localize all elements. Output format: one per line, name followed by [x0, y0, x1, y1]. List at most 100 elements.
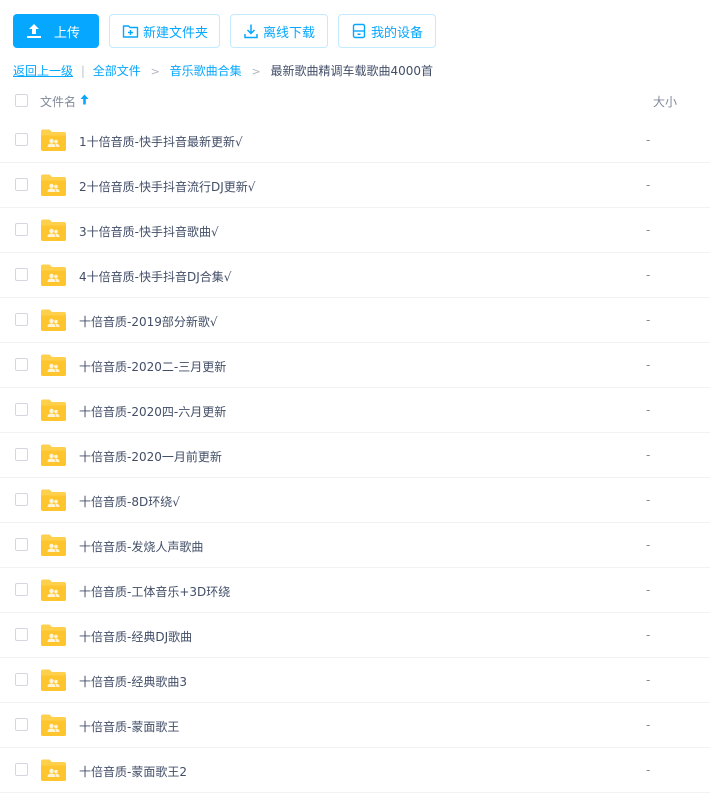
- breadcrumb-music-collection[interactable]: 音乐歌曲合集: [170, 64, 242, 78]
- breadcrumb-current: 最新歌曲精调车载歌曲4000首: [270, 64, 434, 78]
- row-checkbox[interactable]: [15, 583, 28, 596]
- shared-folder-icon[interactable]: [40, 713, 67, 737]
- shared-folder-icon[interactable]: [40, 263, 67, 287]
- shared-folder-icon[interactable]: [40, 578, 67, 602]
- file-size: -: [646, 448, 651, 462]
- shared-folder-icon[interactable]: [40, 488, 67, 512]
- sort-up-arrow-icon[interactable]: [80, 94, 89, 108]
- file-name[interactable]: 十倍音质-经典歌曲3: [79, 673, 187, 690]
- upload-icon: [26, 23, 42, 39]
- select-all-checkbox[interactable]: [15, 94, 28, 107]
- file-name[interactable]: 十倍音质-8D环绕√: [79, 493, 180, 510]
- shared-folder-icon[interactable]: [40, 308, 67, 332]
- file-name[interactable]: 十倍音质-蒙面歌王2: [79, 763, 187, 780]
- file-size: -: [646, 763, 651, 777]
- file-size: -: [646, 268, 651, 282]
- file-row[interactable]: 十倍音质-工体音乐+3D环绕 -: [0, 568, 710, 613]
- my-devices-button[interactable]: 我的设备: [338, 14, 436, 48]
- row-checkbox[interactable]: [15, 178, 28, 191]
- file-name[interactable]: 十倍音质-经典DJ歌曲: [79, 628, 192, 645]
- file-size: -: [646, 358, 651, 372]
- shared-folder-icon[interactable]: [40, 623, 67, 647]
- file-list: 1十倍音质-快手抖音最新更新√ - 2十倍音质-快手抖音流行DJ更新√ - 3十倍音质-…: [0, 118, 710, 793]
- file-size: -: [646, 403, 651, 417]
- file-name[interactable]: 十倍音质-蒙面歌王: [79, 718, 179, 735]
- file-row[interactable]: 1十倍音质-快手抖音最新更新√ -: [0, 118, 710, 163]
- offline-download-button[interactable]: 离线下载: [230, 14, 328, 48]
- file-size: -: [646, 628, 651, 642]
- file-size: -: [646, 718, 651, 732]
- row-checkbox[interactable]: [15, 268, 28, 281]
- file-row[interactable]: 十倍音质-2020一月前更新 -: [0, 433, 710, 478]
- file-size: -: [646, 673, 651, 687]
- row-checkbox[interactable]: [15, 448, 28, 461]
- file-name[interactable]: 十倍音质-2020二-三月更新: [79, 358, 226, 375]
- file-name[interactable]: 十倍音质-2020四-六月更新: [79, 403, 226, 420]
- column-header-size[interactable]: 大小: [653, 93, 677, 110]
- shared-folder-icon[interactable]: [40, 443, 67, 467]
- file-size: -: [646, 493, 651, 507]
- file-row[interactable]: 十倍音质-2020四-六月更新 -: [0, 388, 710, 433]
- breadcrumb-arrow: >: [251, 65, 261, 78]
- file-row[interactable]: 十倍音质-2019部分新歌√ -: [0, 298, 710, 343]
- file-name[interactable]: 十倍音质-工体音乐+3D环绕: [79, 583, 230, 600]
- row-checkbox[interactable]: [15, 493, 28, 506]
- file-name[interactable]: 十倍音质-2019部分新歌√: [79, 313, 218, 330]
- shared-folder-icon[interactable]: [40, 533, 67, 557]
- upload-label: 上传: [54, 25, 81, 41]
- shared-folder-icon[interactable]: [40, 758, 67, 782]
- file-size: -: [646, 313, 651, 327]
- shared-folder-icon[interactable]: [40, 128, 67, 152]
- column-header-name[interactable]: 文件名: [40, 93, 76, 110]
- file-name[interactable]: 3十倍音质-快手抖音歌曲√: [79, 223, 219, 240]
- upload-button[interactable]: 上传: [13, 14, 99, 48]
- file-row[interactable]: 2十倍音质-快手抖音流行DJ更新√ -: [0, 163, 710, 208]
- my-devices-label: 我的设备: [371, 25, 424, 41]
- file-name[interactable]: 4十倍音质-快手抖音DJ合集√: [79, 268, 231, 285]
- file-row[interactable]: 十倍音质-经典DJ歌曲 -: [0, 613, 710, 658]
- row-checkbox[interactable]: [15, 538, 28, 551]
- file-size: -: [646, 133, 651, 147]
- folder-plus-icon: [122, 23, 139, 39]
- row-checkbox[interactable]: [15, 763, 28, 776]
- breadcrumb-all-files[interactable]: 全部文件: [93, 64, 141, 78]
- row-checkbox[interactable]: [15, 403, 28, 416]
- file-size: -: [646, 583, 651, 597]
- shared-folder-icon[interactable]: [40, 668, 67, 692]
- row-checkbox[interactable]: [15, 313, 28, 326]
- shared-folder-icon[interactable]: [40, 353, 67, 377]
- file-size: -: [646, 538, 651, 552]
- row-checkbox[interactable]: [15, 628, 28, 641]
- shared-folder-icon[interactable]: [40, 218, 67, 242]
- breadcrumb-arrow: >: [150, 65, 160, 78]
- shared-folder-icon[interactable]: [40, 173, 67, 197]
- row-checkbox[interactable]: [15, 358, 28, 371]
- file-row[interactable]: 十倍音质-经典歌曲3 -: [0, 658, 710, 703]
- file-row[interactable]: 十倍音质-蒙面歌王2 -: [0, 748, 710, 793]
- file-name[interactable]: 十倍音质-发烧人声歌曲: [79, 538, 203, 555]
- file-row[interactable]: 3十倍音质-快手抖音歌曲√ -: [0, 208, 710, 253]
- file-name[interactable]: 十倍音质-2020一月前更新: [79, 448, 222, 465]
- breadcrumb: 返回上一级 | 全部文件 > 音乐歌曲合集 > 最新歌曲精调车载歌曲4000首: [13, 62, 433, 79]
- shared-folder-icon[interactable]: [40, 398, 67, 422]
- toolbar: 上传 新建文件夹 离线下载 我的设备: [13, 14, 446, 48]
- file-row[interactable]: 十倍音质-蒙面歌王 -: [0, 703, 710, 748]
- file-row[interactable]: 十倍音质-8D环绕√ -: [0, 478, 710, 523]
- row-checkbox[interactable]: [15, 223, 28, 236]
- row-checkbox[interactable]: [15, 718, 28, 731]
- file-row[interactable]: 4十倍音质-快手抖音DJ合集√ -: [0, 253, 710, 298]
- breadcrumb-back-link[interactable]: 返回上一级: [13, 64, 73, 78]
- row-checkbox[interactable]: [15, 673, 28, 686]
- file-name[interactable]: 1十倍音质-快手抖音最新更新√: [79, 133, 243, 150]
- breadcrumb-divider: |: [80, 64, 85, 78]
- file-size: -: [646, 178, 651, 192]
- file-row[interactable]: 十倍音质-2020二-三月更新 -: [0, 343, 710, 388]
- offline-download-label: 离线下载: [263, 25, 316, 41]
- new-folder-label: 新建文件夹: [143, 25, 209, 41]
- new-folder-button[interactable]: 新建文件夹: [109, 14, 220, 48]
- device-icon: [351, 23, 367, 39]
- file-row[interactable]: 十倍音质-发烧人声歌曲 -: [0, 523, 710, 568]
- file-name[interactable]: 2十倍音质-快手抖音流行DJ更新√: [79, 178, 255, 195]
- download-icon: [243, 23, 259, 39]
- row-checkbox[interactable]: [15, 133, 28, 146]
